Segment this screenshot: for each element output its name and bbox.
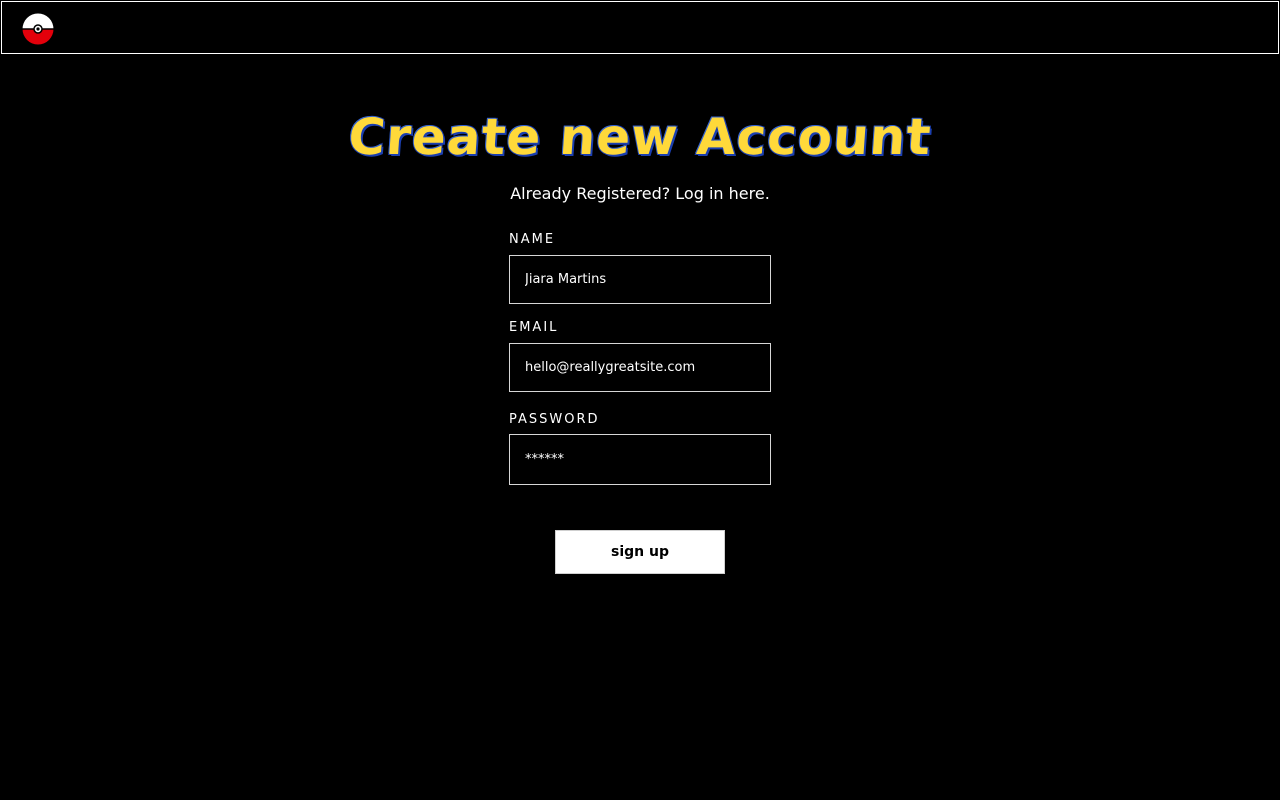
name-input[interactable] — [510, 256, 770, 303]
password-label: PASSWORD — [509, 412, 600, 427]
sign-up-button[interactable]: sign up — [555, 530, 725, 574]
email-input[interactable] — [510, 344, 770, 391]
page-title: Create new Account — [346, 107, 935, 167]
login-link[interactable]: Already Registered? Log in here. — [0, 184, 1280, 203]
name-field[interactable] — [509, 255, 771, 304]
password-field[interactable] — [509, 434, 771, 485]
name-label: NAME — [509, 232, 556, 247]
email-label: EMAIL — [509, 320, 559, 335]
top-navigation-bar — [1, 1, 1279, 54]
email-field[interactable] — [509, 343, 771, 392]
pokeball-icon[interactable] — [22, 13, 54, 45]
password-input[interactable] — [510, 435, 770, 484]
